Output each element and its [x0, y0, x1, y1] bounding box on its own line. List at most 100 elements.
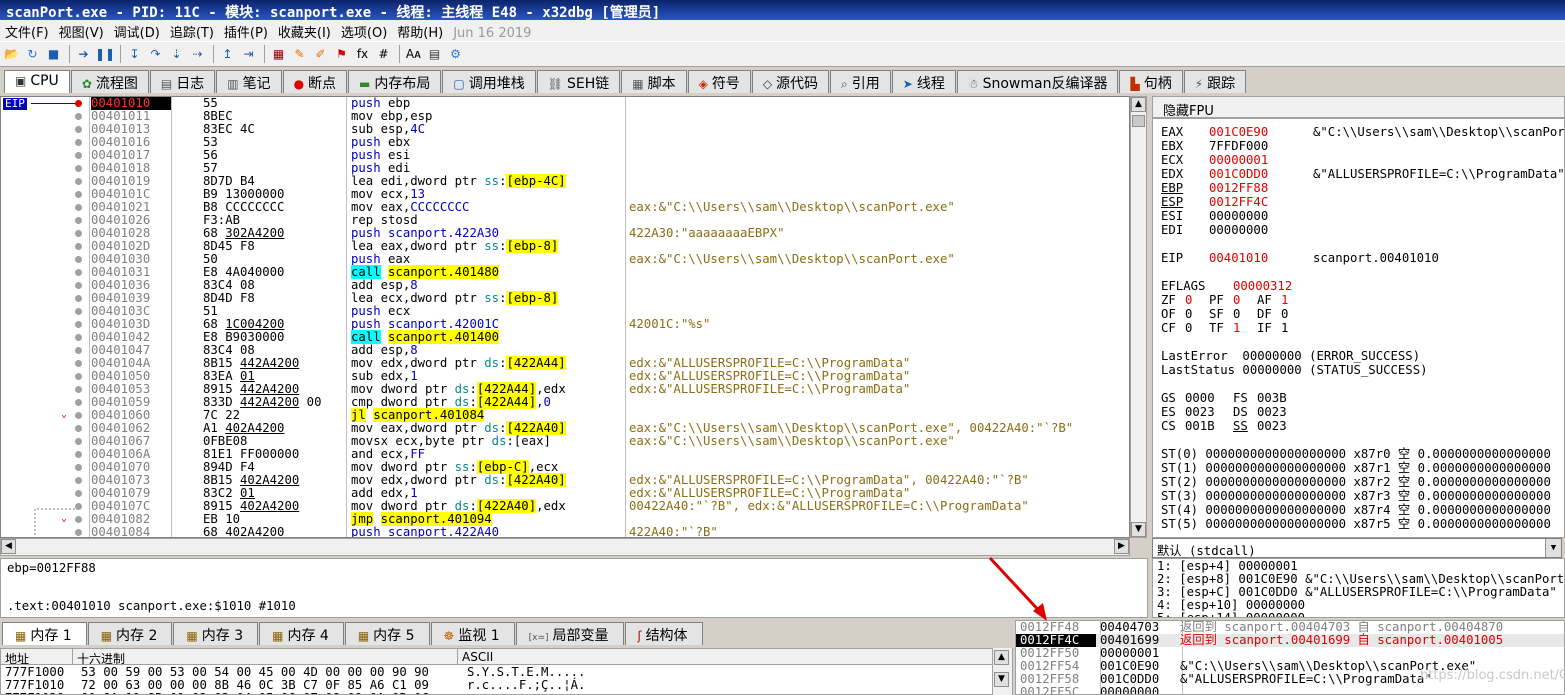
breakpoint-gutter[interactable]	[1, 500, 89, 513]
breakpoint-dot-icon[interactable]	[75, 139, 82, 146]
dump-vscrollbar[interactable]: ▲ ▼	[992, 648, 1012, 695]
step-into-icon[interactable]: ↧	[125, 45, 144, 64]
scroll-up-icon[interactable]: ▲	[994, 650, 1009, 665]
tab-script[interactable]: ▦ 脚本	[621, 70, 687, 93]
breakpoint-dot-icon[interactable]	[75, 360, 82, 367]
breakpoint-gutter[interactable]	[1, 331, 89, 344]
disassembly-view[interactable]: EIP 00401010 55 push ebp 00401011 8BEC mov eb…	[0, 96, 1130, 538]
tab-callstack[interactable]: ▢ 调用堆栈	[442, 70, 536, 93]
register-row[interactable]: EDI 00000000	[1161, 223, 1313, 237]
dump-tab[interactable]: ☸ 监视 1	[430, 622, 515, 645]
disasm-row[interactable]: 0040104A 8B15 442A4200 mov edx,dword ptr d…	[1, 356, 1129, 370]
segment-row[interactable]: CS 001B SS 0023	[1161, 419, 1305, 433]
chevron-down-icon[interactable]: ▼	[1545, 539, 1561, 557]
breakpoint-gutter[interactable]	[1, 136, 89, 149]
breakpoint-gutter[interactable]	[1, 526, 89, 537]
fpu-row[interactable]: ST(5) 0000000000000000000 x87r5 空 0.0000…	[1161, 517, 1551, 531]
register-value[interactable]: 001C0DD0	[1209, 167, 1313, 181]
breakpoint-gutter[interactable]	[1, 396, 89, 409]
disasm-row[interactable]: 0040101C B9 13000000 mov ecx,13	[1, 188, 1129, 201]
register-value[interactable]: 00401010	[1209, 251, 1313, 265]
dump-tab[interactable]: ▦ 内存 1	[2, 622, 87, 645]
breakpoint-dot-icon[interactable]	[75, 217, 82, 224]
scroll-thumb[interactable]	[1132, 115, 1145, 127]
breakpoint-gutter[interactable]	[1, 422, 89, 435]
restart-icon[interactable]: ↻	[23, 45, 42, 64]
fpu-row[interactable]: ST(3) 0000000000000000000 x87r3 空 0.0000…	[1161, 489, 1551, 503]
fpu-row[interactable]: ST(4) 0000000000000000000 x87r4 空 0.0000…	[1161, 503, 1551, 517]
tab-notes[interactable]: ▥ 笔记	[216, 70, 282, 93]
disasm-row[interactable]: 00401067 0FBE08 movsx ecx,byte ptr ds:[eax…	[1, 435, 1129, 448]
scroll-down-icon[interactable]: ▼	[994, 672, 1009, 687]
segment-value[interactable]: 003B	[1257, 391, 1305, 405]
breakpoint-dot-icon[interactable]	[75, 295, 82, 302]
scroll-down-icon[interactable]: ▼	[1131, 522, 1146, 537]
breakpoint-dot-icon[interactable]	[75, 100, 82, 107]
menu-item[interactable]: 收藏夹(I)	[273, 26, 336, 41]
tab-source[interactable]: ◇ 源代码	[751, 70, 830, 93]
menu-item[interactable]: 插件(P)	[219, 26, 273, 41]
stack-view[interactable]: 0012FF48 00404703 返回到 scanport.00404703 自 …	[1015, 620, 1565, 695]
disasm-row[interactable]: 00401028 68 302A4200 push scanport.422A30 4…	[1, 227, 1129, 240]
menu-item[interactable]: 选项(O)	[336, 26, 392, 41]
disasm-row[interactable]: 0040103D 68 1C004200 push scanport.42001C 4…	[1, 318, 1129, 331]
tab-cpu[interactable]: ▣ CPU	[4, 70, 70, 93]
breakpoint-gutter[interactable]	[1, 266, 89, 279]
tab-handle[interactable]: ▙ 句柄	[1119, 70, 1183, 93]
breakpoint-gutter[interactable]	[1, 214, 89, 227]
tab-breakpoint[interactable]: ● 断点	[282, 70, 348, 93]
breakpoint-dot-icon[interactable]	[75, 152, 82, 159]
menu-item[interactable]: 调试(D)	[109, 26, 165, 41]
segment-value[interactable]: 001B	[1185, 419, 1233, 433]
memory-dump-view[interactable]: 地址 十六进制 ASCII 777F1000 53 00 59 00 53 00 …	[0, 648, 1013, 695]
dump-tab[interactable]: ▦ 内存 5	[344, 622, 430, 645]
disasm-row[interactable]: 00401036 83C4 08 add esp,8	[1, 279, 1129, 292]
tab-reference[interactable]: ⌕ 引用	[830, 70, 891, 93]
scroll-up-icon[interactable]: ▲	[1131, 97, 1146, 112]
dump-tab[interactable]: ▦ 内存 2	[87, 622, 173, 645]
dump-header-address[interactable]: 地址	[1, 649, 73, 666]
tab-seh[interactable]: ⛓ SEH链	[536, 70, 621, 93]
breakpoint-dot-icon[interactable]	[75, 256, 82, 263]
breakpoint-dot-icon[interactable]	[75, 113, 82, 120]
breakpoint-dot-icon[interactable]	[75, 477, 82, 484]
breakpoint-gutter[interactable]	[1, 240, 89, 253]
breakpoint-dot-icon[interactable]	[75, 321, 82, 328]
hide-fpu-button[interactable]: 隐藏FPU	[1152, 96, 1565, 119]
settings-icon[interactable]: ⚙	[446, 45, 465, 64]
step-over-icon[interactable]: ↷	[146, 45, 165, 64]
breakpoint-gutter[interactable]	[1, 357, 89, 370]
flag-value[interactable]: 0	[1233, 293, 1257, 307]
breakpoint-gutter[interactable]	[1, 487, 89, 500]
last-error-row[interactable]: LastError 00000000 (ERROR_SUCCESS)	[1161, 349, 1420, 363]
tab-snowman[interactable]: ☃ Snowman反编译器	[956, 70, 1119, 93]
fpu-row[interactable]: ST(0) 0000000000000000000 x87r0 空 0.0000…	[1161, 447, 1551, 461]
segment-value[interactable]: 0000	[1185, 391, 1233, 405]
breakpoint-dot-icon[interactable]	[75, 204, 82, 211]
flag-value[interactable]: 1	[1281, 321, 1305, 335]
breakpoint-gutter[interactable]	[1, 162, 89, 175]
flag-value[interactable]: 1	[1233, 321, 1257, 335]
breakpoint-dot-icon[interactable]	[75, 308, 82, 315]
script-icon[interactable]: ▦	[269, 45, 288, 64]
register-value[interactable]: 00000312	[1233, 279, 1292, 293]
run-icon[interactable]: ➔	[74, 45, 93, 64]
arguments-panel[interactable]: 1: [esp+4] 00000001 2: [esp+8] 001C0E90 &…	[1152, 558, 1565, 618]
dump-header-hex[interactable]: 十六进制	[73, 649, 458, 666]
register-row[interactable]: EAX 001C0E90 &"C:\\Users\\sam\\Desktop\\sc…	[1161, 125, 1564, 139]
trace-into-icon[interactable]: ⇣	[167, 45, 186, 64]
register-row[interactable]: ECX 00000001	[1161, 153, 1313, 167]
dump-tab[interactable]: ▦ 内存 3	[173, 622, 259, 645]
register-row[interactable]: EIP 00401010 scanport.00401010	[1161, 251, 1439, 265]
breakpoint-gutter[interactable]	[1, 435, 89, 448]
breakpoint-dot-icon[interactable]	[75, 425, 82, 432]
breakpoint-gutter[interactable]	[1, 344, 89, 357]
breakpoint-dot-icon[interactable]	[75, 282, 82, 289]
disasm-row[interactable]: 00401039 8D4D F8 lea ecx,dword ptr ss:[ebp…	[1, 291, 1129, 305]
breakpoint-gutter[interactable]: ⌄	[1, 409, 89, 422]
dump-tab[interactable]: [x=] 局部变量	[515, 622, 624, 645]
disasm-row[interactable]: 00401011 8BEC mov ebp,esp	[1, 110, 1129, 123]
breakpoint-dot-icon[interactable]	[75, 412, 82, 419]
disasm-row[interactable]: 00401031 E8 4A040000 call scanport.401480	[1, 265, 1129, 279]
disasm-row[interactable]: 00401073 8B15 402A4200 mov edx,dword ptr d…	[1, 473, 1129, 487]
